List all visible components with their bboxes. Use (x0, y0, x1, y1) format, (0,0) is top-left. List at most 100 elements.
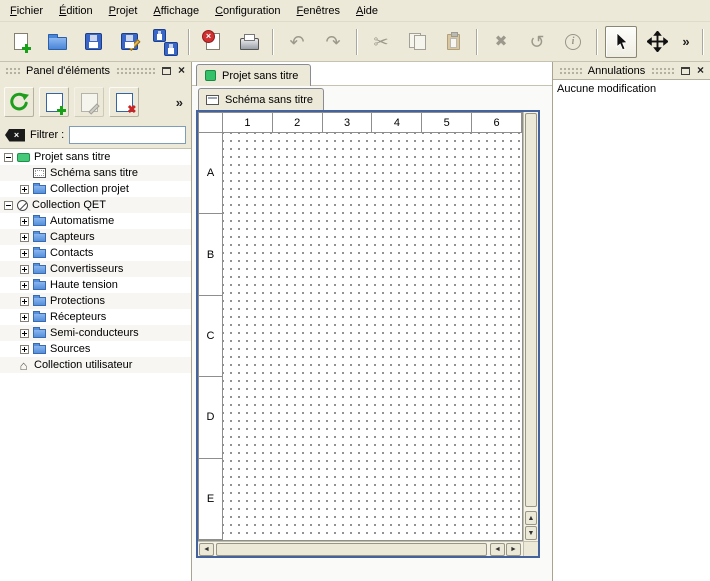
paste-button[interactable] (437, 26, 469, 58)
expand-icon[interactable] (20, 281, 29, 290)
vertical-scrollbar-thumb[interactable] (525, 113, 537, 507)
element-info-button[interactable]: i (557, 26, 589, 58)
open-file-button[interactable] (41, 26, 73, 58)
folder-icon (33, 313, 46, 322)
panel-overflow-button[interactable]: » (176, 95, 183, 110)
element-box-icon (46, 93, 63, 112)
expand-icon[interactable] (20, 329, 29, 338)
scroll-left-button-2[interactable]: ◄ (490, 543, 505, 556)
toolbar-separator (702, 29, 704, 55)
move-arrows-icon (647, 31, 668, 52)
home-icon: ⌂ (17, 360, 30, 371)
scroll-left-button[interactable]: ◄ (199, 543, 214, 556)
vertical-scrollbar[interactable]: ▲ ▼ (523, 112, 538, 541)
dock-float-button[interactable] (159, 64, 174, 78)
tree-item-projet-sans-titre[interactable]: Projet sans titre (0, 149, 191, 165)
menu-fenetres[interactable]: Fenêtres (289, 2, 348, 20)
close-file-button[interactable]: × (197, 26, 229, 58)
cut-button[interactable]: ✂ (365, 26, 397, 58)
tree-item-collection-qet[interactable]: Collection QET (0, 197, 191, 213)
select-tool-button[interactable] (605, 26, 637, 58)
filter-input[interactable] (69, 126, 186, 144)
tree-item-protections[interactable]: Protections (0, 293, 191, 309)
element-box-icon: ✖ (116, 93, 133, 112)
expand-icon[interactable] (20, 217, 29, 226)
undo-dock-titlebar[interactable]: Annulations × (553, 62, 710, 79)
elements-tree[interactable]: Projet sans titre Schéma sans titre Coll… (0, 148, 191, 581)
copy-button[interactable] (401, 26, 433, 58)
horizontal-scrollbar[interactable]: ◄ ◄ ► (198, 541, 523, 556)
scroll-right-button[interactable]: ► (506, 543, 521, 556)
move-tool-button[interactable] (641, 26, 673, 58)
menu-aide[interactable]: Aide (348, 2, 386, 20)
folder-icon (33, 185, 46, 194)
expand-icon[interactable] (20, 233, 29, 242)
expand-icon[interactable] (20, 249, 29, 258)
ruler-column: 1 (223, 113, 273, 133)
menu-configuration[interactable]: Configuration (207, 2, 288, 20)
menu-projet[interactable]: Projet (101, 2, 146, 20)
tree-item-capteurs[interactable]: Capteurs (0, 229, 191, 245)
tree-item-automatisme[interactable]: Automatisme (0, 213, 191, 229)
expand-icon[interactable] (20, 313, 29, 322)
expand-icon[interactable] (20, 185, 29, 194)
dock-close-button[interactable]: × (174, 64, 189, 78)
expand-icon[interactable] (20, 297, 29, 306)
horizontal-scrollbar-thumb[interactable] (216, 543, 487, 556)
folder-icon (33, 249, 46, 258)
save-button[interactable] (77, 26, 109, 58)
delete-button[interactable]: ✖ (485, 26, 517, 58)
new-element-button[interactable] (39, 87, 69, 117)
ruler-row: B (199, 214, 223, 295)
tab-projet-sans-titre[interactable]: Projet sans titre (196, 64, 311, 86)
menu-fichier[interactable]: Fichier (2, 2, 51, 20)
folder-icon (33, 217, 46, 226)
project-icon (17, 153, 30, 162)
tree-item-recepteurs[interactable]: Récepteurs (0, 309, 191, 325)
rotate-button[interactable]: ↺ (521, 26, 553, 58)
close-document-icon: × (206, 33, 220, 50)
clear-filter-icon[interactable]: × (5, 129, 25, 142)
tree-item-schema-sans-titre[interactable]: Schéma sans titre (0, 165, 191, 181)
delete-element-button[interactable]: ✖ (109, 87, 139, 117)
expand-icon[interactable] (20, 345, 29, 354)
copy-icon (409, 33, 426, 50)
tree-item-sources[interactable]: Sources (0, 341, 191, 357)
elements-panel-titlebar[interactable]: Panel d'éléments × (0, 62, 191, 79)
schema-sheet: 1 2 3 4 5 6 A B C D E (198, 112, 523, 541)
schema-canvas[interactable] (223, 133, 522, 540)
reload-collections-button[interactable] (4, 87, 34, 117)
tree-item-convertisseurs[interactable]: Convertisseurs (0, 261, 191, 277)
scroll-up-button[interactable]: ▲ (525, 511, 537, 525)
print-button[interactable] (233, 26, 265, 58)
menu-edition[interactable]: Édition (51, 2, 101, 20)
dock-close-button[interactable]: × (693, 64, 708, 78)
redo-button[interactable]: ↷ (317, 26, 349, 58)
collapse-icon[interactable] (4, 201, 13, 210)
edit-element-button[interactable] (74, 87, 104, 117)
tree-item-label: Collection projet (50, 183, 129, 195)
menu-affichage[interactable]: Affichage (145, 2, 207, 20)
save-as-button[interactable] (113, 26, 145, 58)
toolbar-separator (356, 29, 358, 55)
ruler-column: 4 (372, 113, 422, 133)
tree-item-haute-tension[interactable]: Haute tension (0, 277, 191, 293)
chevron-overflow-icon: » (682, 34, 689, 49)
collapse-icon[interactable] (4, 153, 13, 162)
toolbar-overflow-button[interactable]: » (677, 26, 695, 58)
qelectrotech-window: Fichier Édition Projet Affichage Configu… (0, 0, 710, 581)
scroll-down-button[interactable]: ▼ (525, 526, 537, 540)
undo-button[interactable]: ↶ (281, 26, 313, 58)
save-all-button[interactable] (149, 26, 181, 58)
new-file-button[interactable] (5, 26, 37, 58)
tree-item-contacts[interactable]: Contacts (0, 245, 191, 261)
expand-icon[interactable] (20, 265, 29, 274)
tree-item-collection-projet[interactable]: Collection projet (0, 181, 191, 197)
cursor-arrow-icon (614, 32, 629, 51)
tree-item-collection-utilisateur[interactable]: ⌂ Collection utilisateur (0, 357, 191, 373)
dock-float-button[interactable] (678, 64, 693, 78)
ruler-column: 2 (273, 113, 323, 133)
tab-schema-sans-titre[interactable]: Schéma sans titre (198, 88, 324, 110)
tree-item-semi-conducteurs[interactable]: Semi-conducteurs (0, 325, 191, 341)
undo-history-list[interactable]: Aucune modification (553, 79, 710, 581)
